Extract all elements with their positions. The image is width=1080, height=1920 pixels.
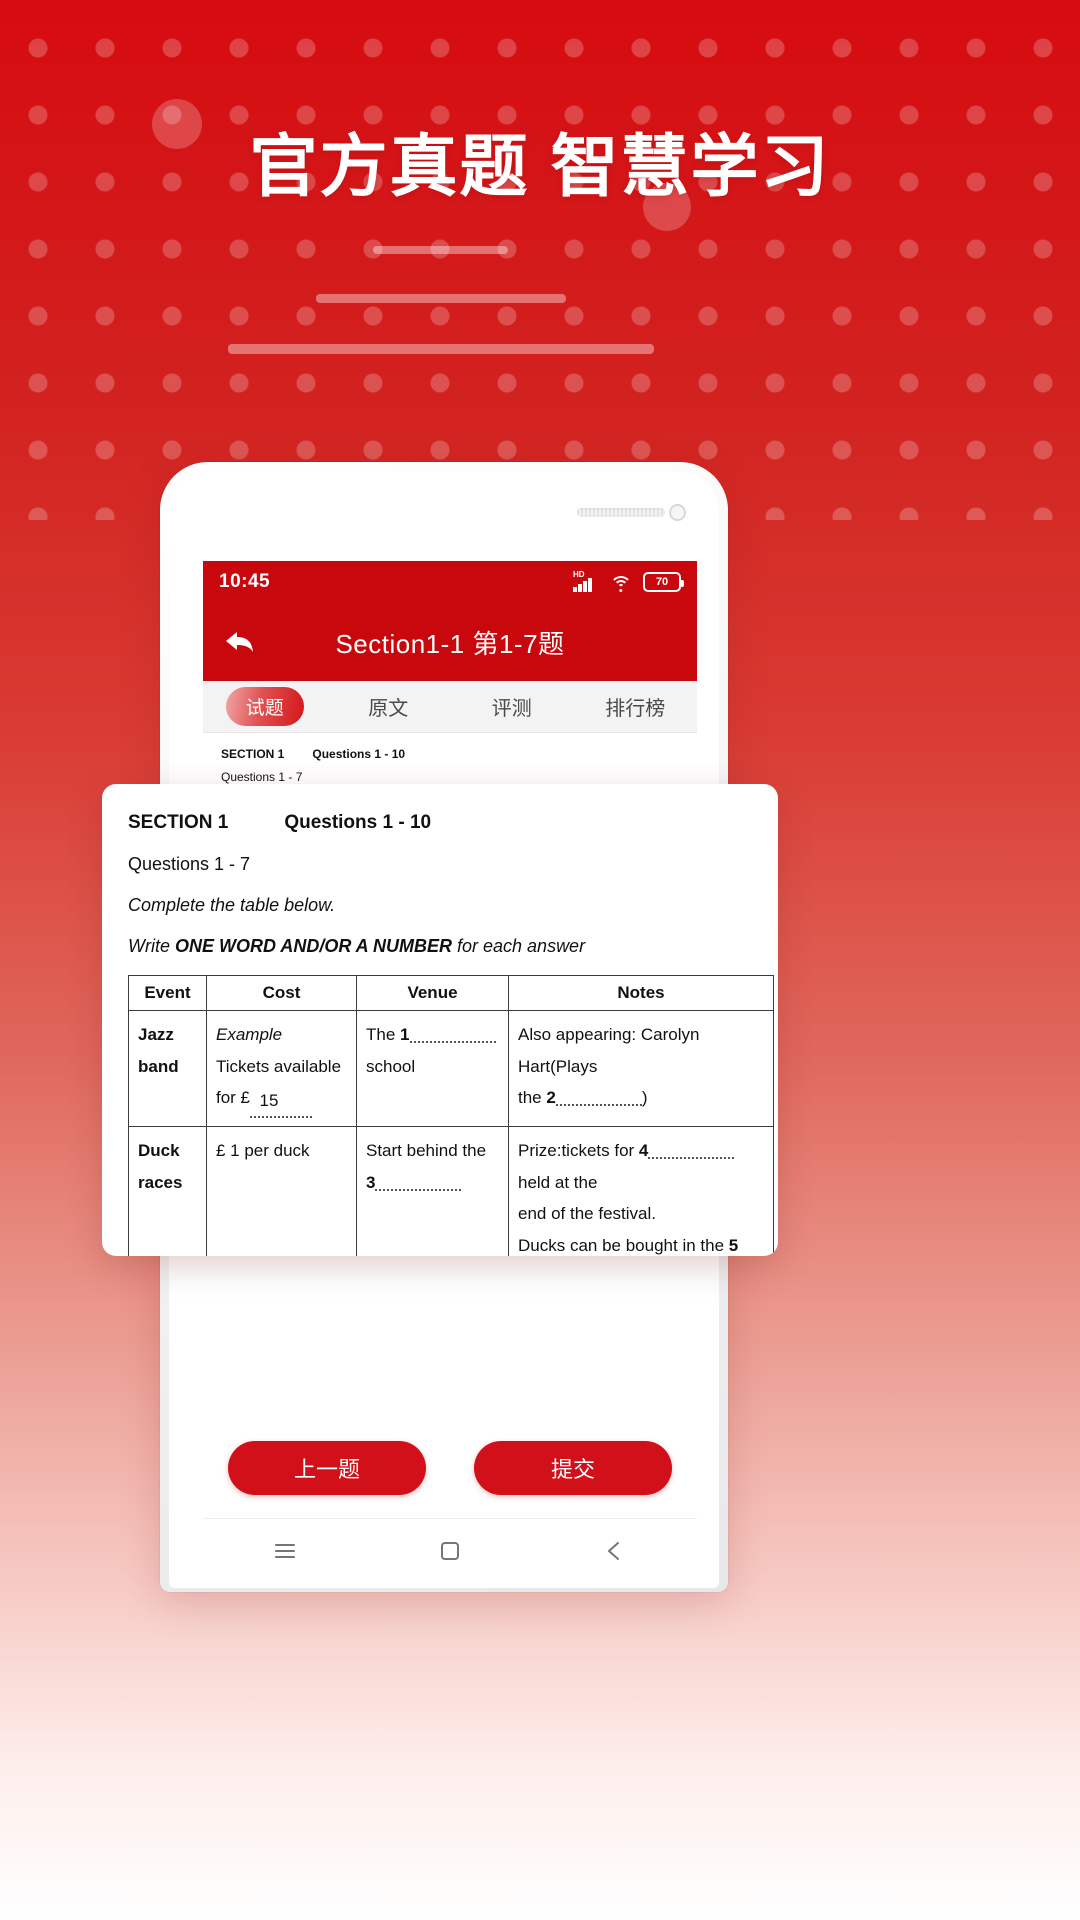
table-row: Jazz band Example Tickets available for …: [128, 1010, 774, 1128]
earpiece-speaker: [577, 508, 665, 517]
tab-paihangbang[interactable]: 排行榜: [574, 692, 698, 721]
col-header-notes: Notes: [508, 974, 774, 1012]
dot-pattern-decoration: [0, 0, 1080, 520]
sheet-heading: SECTION 1 Questions 1 - 10: [128, 812, 752, 834]
signal-bars-icon: HD: [573, 571, 598, 592]
cost-example-label: Example: [216, 1025, 283, 1045]
front-camera-icon: [669, 504, 686, 521]
blank-number-1: 1: [400, 1025, 410, 1045]
signal-bar-set: [573, 578, 592, 592]
blank-number-2: 2: [546, 1087, 556, 1107]
answer-blank-example[interactable]: 15: [250, 1085, 313, 1119]
cost-line-3: for £ 15: [216, 1082, 347, 1119]
venue-line-2: school: [366, 1056, 416, 1076]
question-sheet-card: SECTION 1 Questions 1 - 10 Questions 1 -…: [102, 784, 778, 1256]
notes-line-1-post: held at the: [518, 1172, 598, 1192]
sheet-instruction-1: Complete the table below.: [128, 895, 336, 915]
blank-number-4: 4: [638, 1141, 649, 1161]
answer-blank-2[interactable]: [555, 1103, 642, 1106]
tab-shiti[interactable]: 试题: [203, 687, 327, 726]
venue-line-2: 3: [366, 1167, 499, 1198]
cost-line-2: Tickets available: [216, 1056, 342, 1076]
venue-line-1: Start behind the: [366, 1141, 487, 1161]
cost-line-3-pre: for £: [216, 1087, 251, 1107]
decor-line-2: [316, 294, 566, 303]
notes-line-2: the 2): [518, 1082, 764, 1113]
status-clock: 10:45: [219, 571, 271, 592]
back-arrow-icon[interactable]: [223, 625, 257, 659]
cell-notes-duck: Prize:tickets for 4 held at the end of th…: [508, 1126, 774, 1256]
wifi-icon: [609, 574, 632, 592]
promo-background: 官方真题 智慧学习 10:45 HD 70 Section1-1 第1-7题 试…: [0, 0, 1080, 1920]
page-title: 官方真题 智慧学习: [249, 129, 831, 205]
tab-shiti-label: 试题: [225, 687, 304, 726]
event-line-1: Duck: [138, 1141, 180, 1161]
answer-table: Event Cost Venue Notes Jazz band Example…: [128, 974, 774, 1256]
decor-line-1: [373, 246, 508, 254]
cell-event-duck: Duck races: [128, 1126, 207, 1256]
tab-yuanwen[interactable]: 原文: [327, 692, 451, 721]
notes-line-3: Ducks can be bought in the 5: [518, 1230, 764, 1256]
status-icon-group: HD 70: [573, 571, 684, 592]
tab-bar: 试题 原文 评测 排行榜: [203, 681, 697, 733]
battery-level-label: 70: [655, 575, 669, 588]
app-title: Section1-1 第1-7题: [335, 628, 565, 659]
app-header: Section1-1 第1-7题: [203, 603, 697, 681]
cell-cost-jazz: Example Tickets available for £ 15: [206, 1010, 357, 1128]
venue-line-1-pre: The: [366, 1025, 401, 1045]
notes-line-2-post: ): [641, 1087, 648, 1107]
home-square-icon[interactable]: [437, 1538, 463, 1569]
prev-question-button[interactable]: 上一题: [228, 1441, 426, 1495]
submit-button[interactable]: 提交: [474, 1441, 672, 1495]
answer-value-example: 15: [259, 1090, 279, 1110]
android-nav-bar: [203, 1518, 697, 1588]
notes-line-2: end of the festival.: [518, 1204, 656, 1224]
col-header-venue: Venue: [356, 974, 509, 1012]
event-line-2: band: [138, 1056, 179, 1076]
answer-blank-4[interactable]: [648, 1157, 735, 1160]
notes-line-1-pre: Prize:tickets for: [518, 1141, 639, 1161]
chevron-left-icon[interactable]: [602, 1538, 628, 1569]
sheet-sub-range: Questions 1 - 7: [128, 854, 251, 874]
cell-venue-jazz: The 1 school: [356, 1010, 509, 1128]
sheet-section-label: SECTION 1: [128, 812, 229, 833]
cost-line-1: £ 1 per duck: [216, 1141, 310, 1161]
table-header-row: Event Cost Venue Notes: [128, 974, 774, 1012]
answer-blank-1[interactable]: [409, 1041, 496, 1044]
col-header-cost: Cost: [206, 974, 357, 1012]
tab-pingce[interactable]: 评测: [450, 692, 574, 721]
sheet-instruction-2: Write ONE WORD AND/OR A NUMBER for each …: [128, 936, 752, 957]
notes-line-3-pre: Ducks can be bought in the: [518, 1235, 729, 1255]
answer-blank-3[interactable]: [375, 1188, 462, 1191]
instruction-2-pre: Write: [128, 936, 175, 956]
notes-line-2-pre: the: [518, 1087, 547, 1107]
table-row: Duck races £ 1 per duck Start behind the…: [128, 1126, 774, 1256]
action-button-row: 上一题 提交: [203, 1441, 697, 1495]
col-header-event: Event: [128, 974, 207, 1012]
menu-icon[interactable]: [272, 1538, 298, 1569]
battery-icon: 70: [643, 572, 684, 592]
instruction-2-post: for each answer: [452, 936, 586, 956]
question-paper-preview: SECTION 1 Questions 1 - 10 Questions 1 -…: [203, 733, 697, 784]
cell-cost-duck: £ 1 per duck: [206, 1126, 357, 1256]
sheet-questions-range: Questions 1 - 10: [284, 812, 432, 833]
preview-questions-range: Questions 1 - 10: [312, 747, 406, 761]
blank-number-3: 3: [366, 1172, 376, 1192]
notes-line-1: Prize:tickets for 4 held at the: [518, 1135, 764, 1198]
cell-event-jazz: Jazz band: [128, 1010, 207, 1128]
notes-line-1: Also appearing: Carolyn Hart(Plays: [518, 1025, 700, 1076]
decor-line-3: [228, 344, 654, 354]
preview-sub-range: Questions 1 - 7: [221, 770, 303, 784]
cell-venue-duck: Start behind the 3: [356, 1126, 509, 1256]
blank-number-5: 5: [728, 1235, 739, 1255]
instruction-2-bold: ONE WORD AND/OR A NUMBER: [175, 936, 452, 956]
preview-section-label: SECTION 1: [221, 747, 285, 761]
venue-line-1: The 1: [366, 1019, 499, 1050]
event-line-2: races: [138, 1172, 183, 1192]
event-line-1: Jazz: [138, 1025, 174, 1045]
preview-heading: SECTION 1 Questions 1 - 10: [221, 747, 679, 761]
cell-notes-jazz: Also appearing: Carolyn Hart(Plays the 2…: [508, 1010, 774, 1128]
status-bar: 10:45 HD 70: [203, 561, 697, 603]
